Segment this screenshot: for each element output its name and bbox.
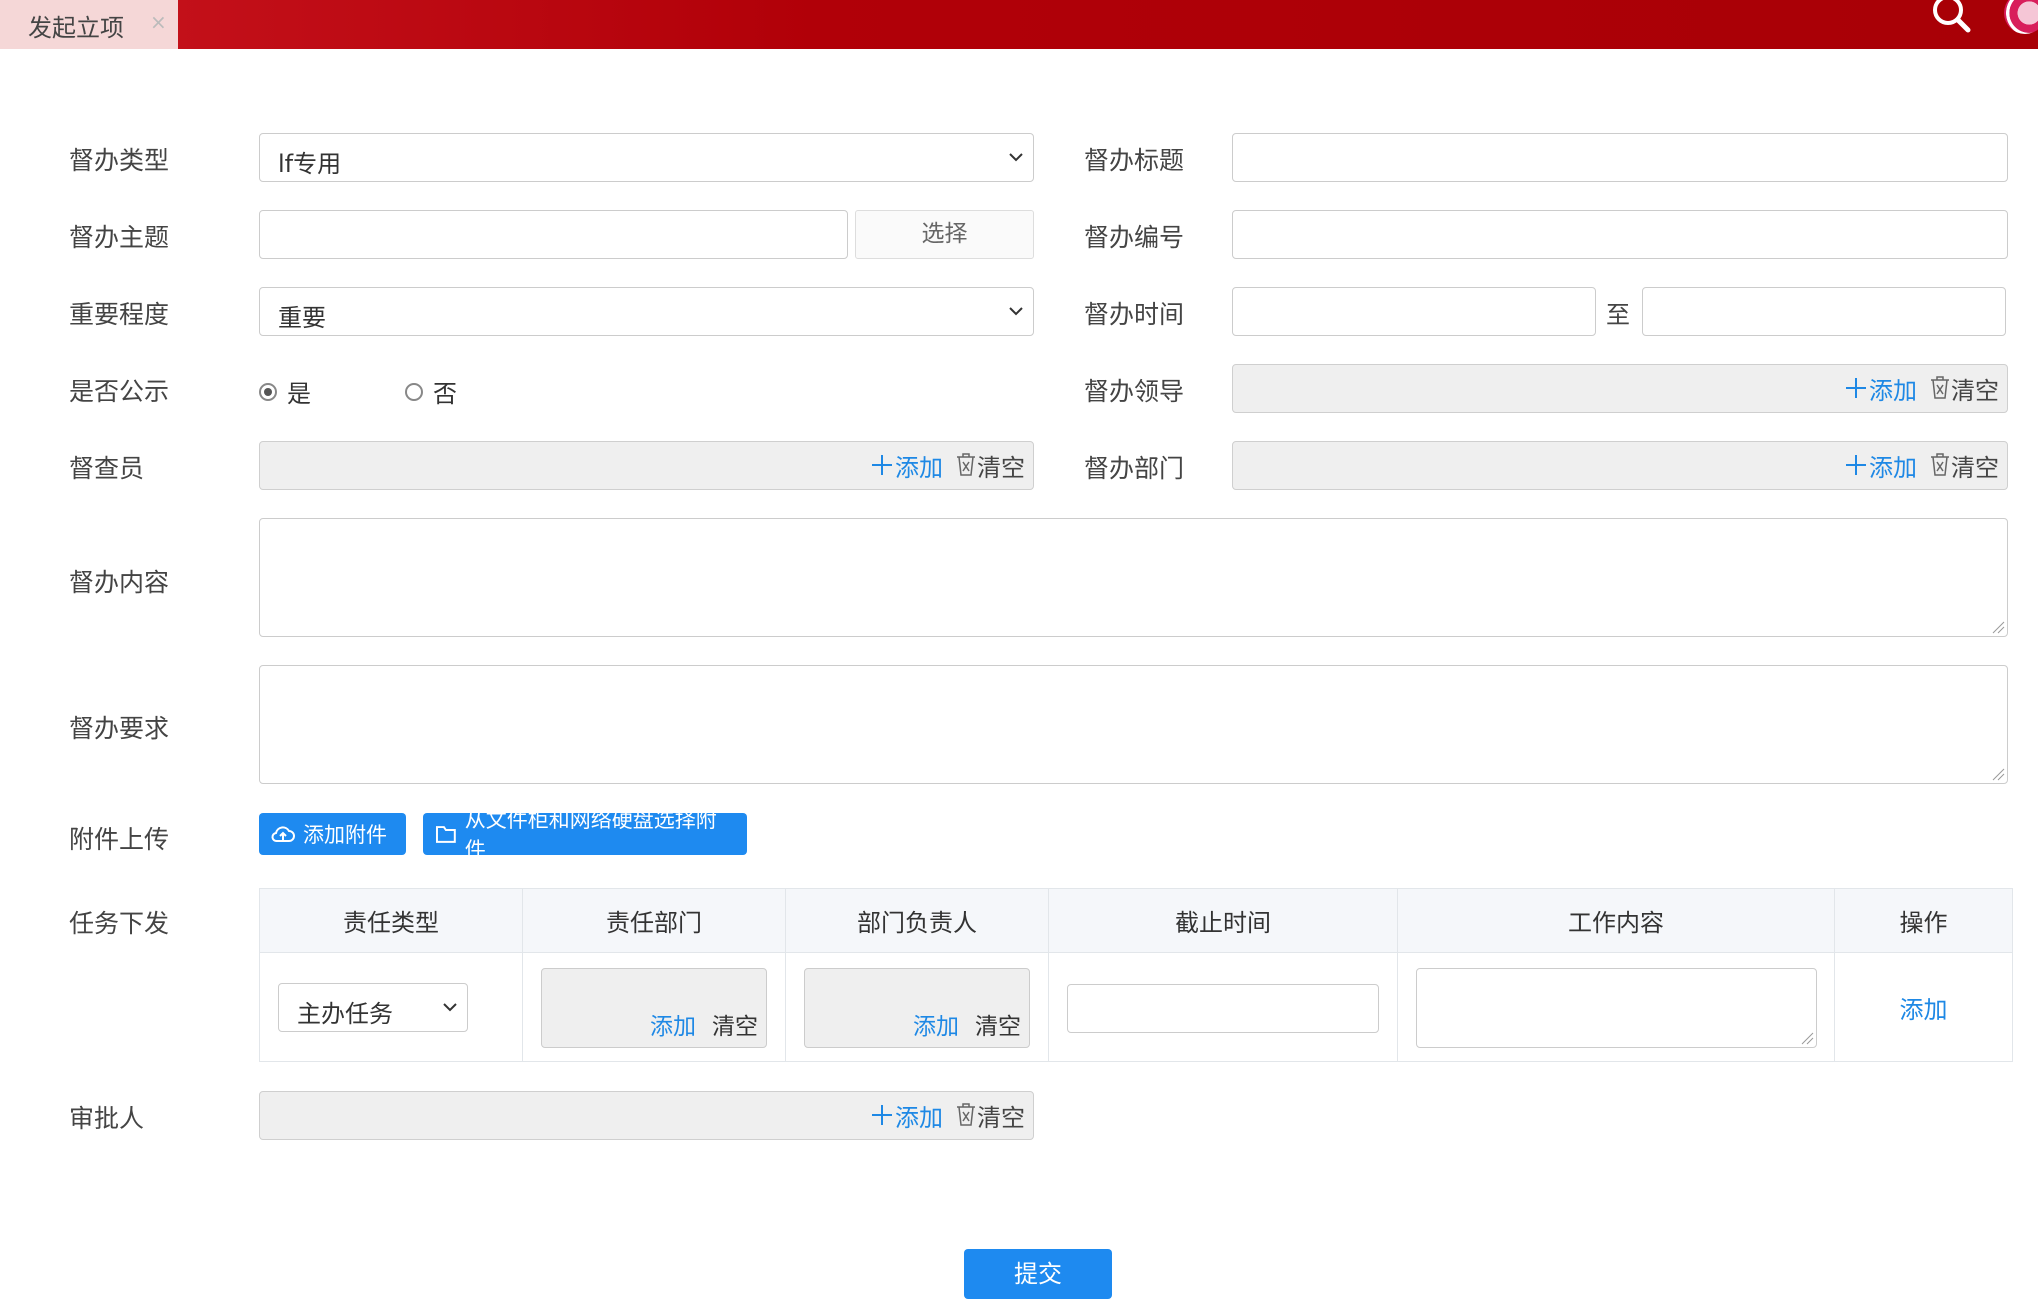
number-label: 督办编号 [1084,223,1185,252]
submit-button[interactable]: 提交 [964,1249,1112,1299]
row-add-link[interactable]: 添加 [1834,952,2013,1062]
resp-dept-clear-button[interactable]: 清空 [712,1007,758,1041]
task-label: 任务下发 [69,909,170,938]
radio-unchecked-icon [405,382,423,401]
subject-input[interactable] [259,210,848,259]
approver-add-label: 添加 [895,1103,943,1132]
dept-add-label: 添加 [1869,453,1917,482]
trash-icon [957,1103,975,1126]
top-bar [0,0,2038,49]
table-row: 主办任务 添加 清空 添加 清空 添加 [259,952,2013,1062]
leader-clear-label: 清空 [1951,376,1999,405]
leader-field: 添加 清空 [1232,364,2008,413]
dept-clear-label: 清空 [1951,453,1999,482]
time-end-input[interactable] [1642,287,2006,336]
importance-select-value: 重要 [278,304,326,332]
content-textarea[interactable] [259,518,2008,637]
leader-clear-button[interactable]: 清空 [1929,371,1999,406]
public-label: 是否公示 [69,377,170,406]
inspector-label: 督查员 [69,454,145,483]
inspector-add-label: 添加 [895,453,943,482]
plus-icon [1846,378,1866,398]
inspector-add-button[interactable]: 添加 [871,448,943,483]
resp-type-select[interactable]: 主办任务 [278,983,468,1032]
approver-label: 审批人 [69,1104,145,1133]
public-no-label: 否 [433,380,457,408]
trash-icon [957,453,975,476]
chevron-down-icon [443,1003,457,1012]
dept-head-add-button[interactable]: 添加 [913,1007,959,1041]
title-input[interactable] [1232,133,2008,182]
tab-launch-project[interactable]: 发起立项 × [0,0,178,49]
public-no-radio[interactable]: 否 [405,374,457,409]
header-resp-dept: 责任部门 [522,888,786,953]
search-icon[interactable] [1928,0,1976,36]
importance-select[interactable]: 重要 [259,287,1034,336]
importance-label: 重要程度 [69,300,170,329]
inspector-field: 添加 清空 [259,441,1034,490]
number-input[interactable] [1232,210,2008,259]
header-dept-head: 部门负责人 [785,888,1049,953]
trash-icon [1931,376,1949,399]
type-select[interactable]: lf专用 [259,133,1034,182]
resize-grip-icon[interactable] [1991,620,2005,634]
title-label: 督办标题 [1084,146,1185,175]
deadline-input[interactable] [1067,984,1379,1033]
header-resp-type: 责任类型 [259,888,523,953]
public-yes-radio[interactable]: 是 [259,374,311,409]
header-deadline: 截止时间 [1048,888,1398,953]
resp-dept-field: 添加 清空 [541,968,767,1048]
time-separator: 至 [1606,301,1630,329]
approver-add-button[interactable]: 添加 [871,1098,943,1133]
plus-icon [1846,455,1866,475]
type-select-value: lf专用 [278,150,342,178]
dept-label: 督办部门 [1084,454,1185,483]
dept-field: 添加 清空 [1232,441,2008,490]
cloud-upload-icon [271,826,295,842]
type-label: 督办类型 [69,146,170,175]
public-yes-label: 是 [287,380,311,408]
chevron-down-icon [1009,153,1023,162]
time-label: 督办时间 [1084,300,1185,329]
choose-button[interactable]: 选择 [855,210,1034,259]
time-start-input[interactable] [1232,287,1596,336]
attach-label: 附件上传 [69,825,170,854]
resp-type-value: 主办任务 [297,1000,393,1028]
resize-grip-icon[interactable] [1991,767,2005,781]
content-label: 督办内容 [69,568,170,597]
radio-checked-icon [259,382,277,401]
plus-icon [872,455,892,475]
approver-field: 添加 清空 [259,1091,1034,1140]
trash-icon [1931,453,1949,476]
leader-add-label: 添加 [1869,376,1917,405]
chevron-down-icon [1009,307,1023,316]
task-table: 责任类型 责任部门 部门负责人 截止时间 工作内容 操作 主办任务 添加 清空 [259,888,2013,1062]
work-content-textarea[interactable] [1416,968,1817,1048]
subject-label: 督办主题 [69,223,170,252]
select-attachment-label: 从文件柜和网络硬盘选择附件 [464,808,717,862]
requirement-textarea[interactable] [259,665,2008,784]
header-work-content: 工作内容 [1397,888,1835,953]
resize-grip-icon[interactable] [1800,1031,1814,1045]
dept-head-clear-button[interactable]: 清空 [975,1007,1021,1041]
approver-clear-button[interactable]: 清空 [955,1098,1025,1133]
requirement-label: 督办要求 [69,714,170,743]
plus-icon [872,1105,892,1125]
dept-add-button[interactable]: 添加 [1845,448,1917,483]
header-operation: 操作 [1834,888,2013,953]
folder-icon [435,826,456,843]
approver-clear-label: 清空 [977,1103,1025,1132]
add-attachment-button[interactable]: 添加附件 [259,813,406,855]
select-attachment-button[interactable]: 从文件柜和网络硬盘选择附件 [423,808,747,862]
resp-dept-add-button[interactable]: 添加 [650,1007,696,1041]
add-attachment-label: 添加附件 [303,823,387,847]
inspector-clear-label: 清空 [977,453,1025,482]
tab-close-icon[interactable]: × [150,10,167,34]
dept-head-field: 添加 清空 [804,968,1030,1048]
leader-label: 督办领导 [1084,377,1185,406]
inspector-clear-button[interactable]: 清空 [955,448,1025,483]
dept-clear-button[interactable]: 清空 [1929,448,1999,483]
tab-title: 发起立项 [28,14,124,42]
leader-add-button[interactable]: 添加 [1845,371,1917,406]
